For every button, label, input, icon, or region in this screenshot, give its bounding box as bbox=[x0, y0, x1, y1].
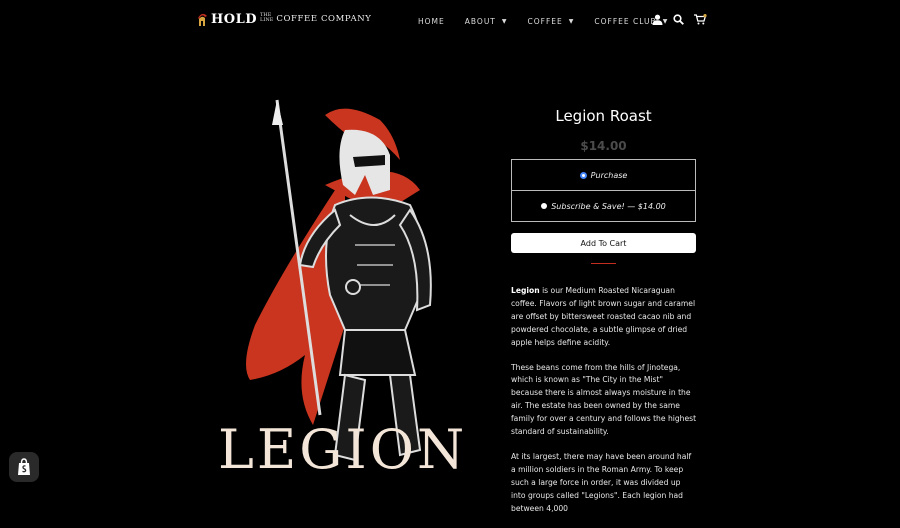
logo-the-line: THE LINE bbox=[260, 13, 273, 23]
nav-label: COFFEE CLUB bbox=[594, 17, 657, 26]
nav-label: HOME bbox=[418, 17, 445, 26]
logo-company: COFFEE COMPANY bbox=[276, 14, 372, 24]
product-price: $14.00 bbox=[580, 139, 627, 153]
helmet-logo-icon bbox=[198, 13, 207, 26]
add-to-cart-button[interactable]: Add To Cart bbox=[511, 233, 696, 253]
logo-small-2: LINE bbox=[260, 17, 274, 23]
radio-selected-icon[interactable] bbox=[579, 171, 587, 179]
radio-unselected-icon[interactable] bbox=[541, 203, 548, 209]
caret-down-icon: ▼ bbox=[501, 18, 508, 25]
main-nav: HOME ABOUT ▼ COFFEE ▼ COFFEE CLUB ▼ bbox=[418, 17, 688, 26]
purchase-options: Purchase Subscribe & Save! — $14.00 bbox=[511, 159, 696, 222]
option-label: Purchase bbox=[590, 170, 628, 180]
nav-item-coffee[interactable]: COFFEE ▼ bbox=[528, 17, 575, 26]
nav-label: ABOUT bbox=[464, 17, 496, 26]
option-purchase[interactable]: Purchase bbox=[512, 160, 695, 190]
divider bbox=[591, 263, 616, 264]
shopify-badge[interactable] bbox=[9, 452, 39, 482]
logo-hold: HOLD bbox=[211, 11, 258, 27]
option-subscribe[interactable]: Subscribe & Save! — $14.00 bbox=[512, 190, 695, 221]
cart-icon[interactable] bbox=[694, 14, 707, 25]
search-icon[interactable] bbox=[673, 14, 684, 25]
product-description: Legion is our Medium Roasted Nicaraguan … bbox=[511, 285, 697, 528]
header-icons bbox=[652, 14, 707, 25]
product-title: Legion Roast bbox=[555, 107, 652, 125]
desc-paragraph-3: At its largest, there may have been arou… bbox=[511, 451, 692, 513]
caret-down-icon: ▼ bbox=[568, 18, 575, 25]
desc-paragraph-2: These beans come from the hills of Jinot… bbox=[511, 362, 697, 437]
hero-legion-word: LEGION bbox=[218, 418, 468, 481]
nav-item-home[interactable]: HOME bbox=[418, 17, 445, 26]
desc-text: is our Medium Roasted Nicaraguan coffee.… bbox=[511, 286, 696, 347]
desc-lead: Legion bbox=[511, 286, 540, 295]
user-icon[interactable] bbox=[652, 14, 663, 25]
option-label: Subscribe & Save! — $14.00 bbox=[551, 201, 666, 211]
nav-item-about[interactable]: ABOUT ▼ bbox=[465, 17, 508, 26]
nav-label: COFFEE bbox=[527, 17, 563, 26]
shopify-bag-icon bbox=[18, 458, 30, 475]
desc-paragraph-1: Legion is our Medium Roasted Nicaraguan … bbox=[511, 285, 697, 350]
brand-logo[interactable]: HOLD THE LINE COFFEE COMPANY bbox=[196, 11, 371, 27]
